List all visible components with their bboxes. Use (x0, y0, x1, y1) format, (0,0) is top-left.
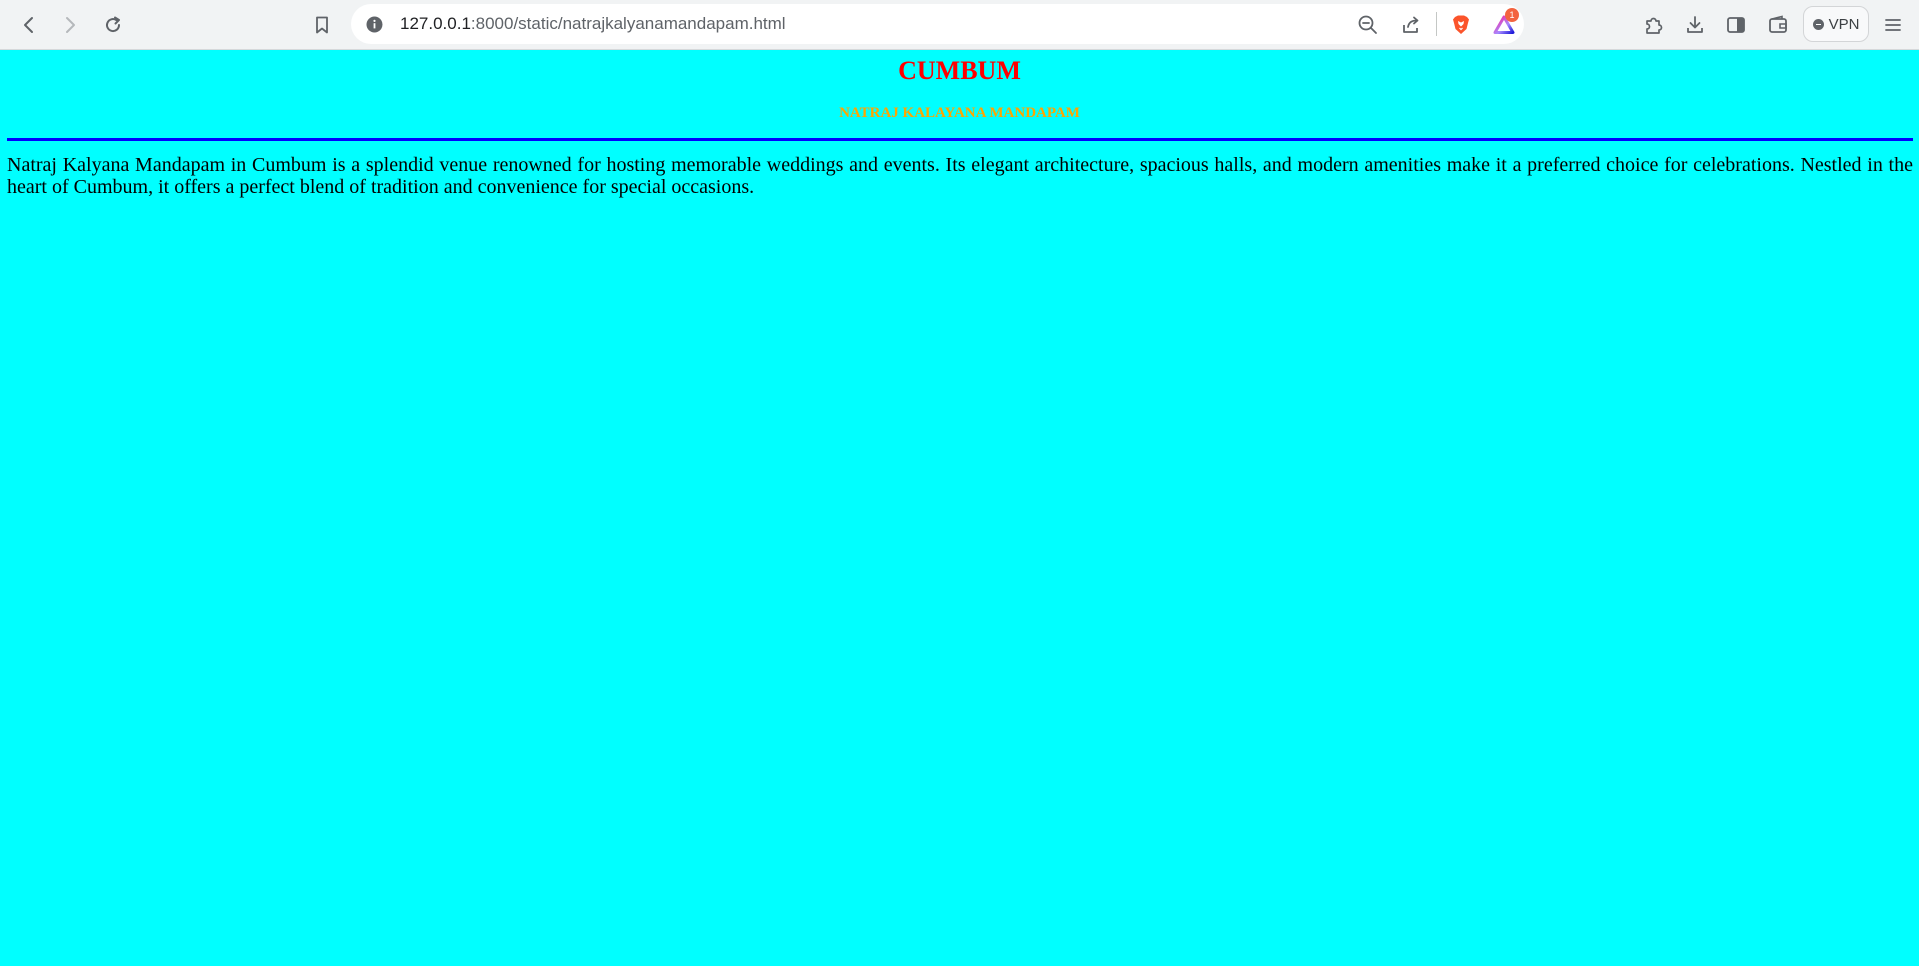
bookmark-icon (316, 16, 328, 34)
bookmark-button[interactable] (306, 9, 338, 41)
share-icon (1403, 16, 1419, 33)
zoom-out-icon (1358, 15, 1377, 34)
share-button[interactable] (1395, 9, 1427, 41)
page-content: CUMBUM NATRAJ KALAYANA MANDAPAM Natraj K… (0, 50, 1919, 966)
url-text[interactable]: 127.0.0.1:8000/static/natrajkalyanamanda… (400, 14, 786, 34)
brave-rewards-button[interactable]: 1 (1488, 8, 1520, 41)
page-description: Natraj Kalyana Mandapam in Cumbum is a s… (7, 154, 1913, 198)
menu-button[interactable] (1877, 9, 1909, 41)
vpn-label: VPN (1828, 15, 1860, 33)
sidebar-button[interactable] (1720, 9, 1752, 41)
extensions-button[interactable] (1638, 9, 1670, 41)
downloads-icon (1687, 16, 1703, 33)
page-subtitle: NATRAJ KALAYANA MANDAPAM (839, 105, 1080, 121)
back-arrow-icon (24, 17, 33, 33)
horizontal-rule (7, 138, 1913, 141)
downloads-button[interactable] (1679, 9, 1711, 41)
vpn-button[interactable]: VPN (1803, 6, 1869, 42)
wallet-button[interactable] (1762, 9, 1794, 41)
wallet-icon (1769, 15, 1787, 33)
forward-button[interactable] (54, 9, 86, 41)
reload-button[interactable] (97, 9, 129, 41)
zoom-button[interactable] (1352, 9, 1384, 41)
menu-icon (1885, 19, 1901, 31)
brave-shields-button[interactable] (1445, 9, 1477, 41)
toolbar-divider (1436, 12, 1437, 36)
vpn-status-icon (1812, 18, 1824, 30)
browser-toolbar: 127.0.0.1:8000/static/natrajkalyanamanda… (0, 0, 1919, 50)
sidebar-icon (1727, 17, 1745, 33)
page-title: CUMBUM (898, 56, 1021, 85)
rewards-badge: 1 (1505, 8, 1519, 22)
brave-shields-icon (1453, 15, 1469, 34)
forward-arrow-icon (66, 17, 75, 33)
reload-icon (106, 16, 121, 33)
back-button[interactable] (13, 9, 45, 41)
url-path: :8000/static/natrajkalyanamandapam.html (470, 14, 786, 33)
site-info-icon[interactable] (366, 16, 383, 33)
address-bar[interactable]: 127.0.0.1:8000/static/natrajkalyanamanda… (351, 4, 1524, 44)
extensions-icon (1646, 17, 1663, 34)
url-host: 127.0.0.1 (400, 14, 471, 33)
